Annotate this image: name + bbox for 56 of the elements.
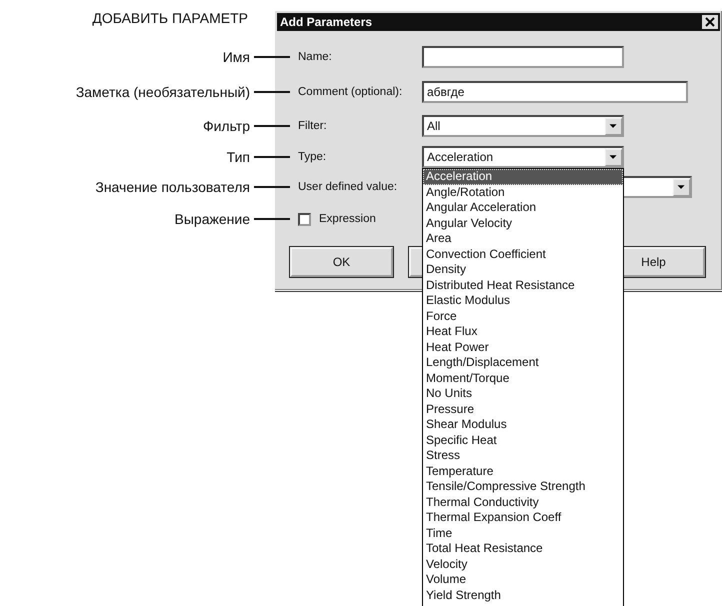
list-option[interactable]: Acceleration — [423, 169, 623, 184]
list-option[interactable]: Tensile/Compressive Strength — [423, 479, 623, 494]
close-icon[interactable] — [702, 15, 718, 29]
list-option[interactable]: Thermal Expansion Coeff — [423, 510, 623, 526]
list-option[interactable]: Stress — [423, 448, 623, 464]
window-title: Add Parameters — [280, 15, 372, 29]
dropdown-field[interactable]: Acceleration — [422, 146, 624, 168]
list-option[interactable]: Angular Velocity — [423, 216, 623, 231]
field-label: Type: — [298, 151, 328, 163]
annotation-label: Имя — [222, 49, 250, 65]
list-option[interactable]: No Units — [423, 386, 623, 402]
list-option[interactable]: Velocity — [423, 556, 623, 572]
leader-line — [254, 186, 290, 188]
list-option[interactable]: Force — [423, 308, 623, 324]
list-option[interactable]: Volume — [423, 572, 623, 588]
list-option[interactable]: Heat Power — [423, 340, 623, 355]
leader-line — [254, 156, 290, 158]
list-option[interactable]: Yield Strength — [423, 588, 623, 603]
list-option[interactable]: Length/Displacement — [423, 355, 623, 370]
list-option[interactable]: Pressure — [423, 402, 623, 417]
leader-line — [254, 56, 290, 58]
list-option[interactable]: Distributed Heat Resistance — [423, 278, 623, 293]
list-option[interactable]: Angular Acceleration — [423, 200, 623, 216]
annotation-label: Заметка (необязательный) — [74, 84, 250, 100]
list-option[interactable]: Shear Modulus — [423, 417, 623, 432]
caret-icon[interactable] — [605, 118, 622, 134]
annotation-label: Выражение — [174, 211, 250, 227]
dropdown-field[interactable]: All — [422, 115, 624, 137]
list-option[interactable]: Heat Flux — [423, 324, 623, 340]
checkbox-label: Expression — [319, 213, 376, 225]
checkbox[interactable] — [298, 212, 311, 226]
list-option[interactable]: Specific Heat — [423, 432, 623, 448]
list-option[interactable]: Elastic Modulus — [423, 293, 623, 308]
list-option[interactable]: Angle/Rotation — [423, 184, 623, 200]
input-field[interactable]: абвгде — [422, 81, 688, 103]
input-field[interactable] — [422, 46, 624, 68]
list-option[interactable]: Area — [423, 231, 623, 246]
annotation-label: Тип — [226, 149, 250, 165]
annotation-label: Значение пользователя — [94, 179, 250, 195]
field-label: User defined value: — [298, 181, 398, 193]
leader-line — [254, 218, 290, 220]
dialog-button[interactable]: OK — [290, 247, 393, 277]
field-label: Comment (optional): — [298, 86, 404, 98]
annotation-label: Фильтр — [202, 118, 250, 134]
caret-icon[interactable] — [673, 178, 690, 196]
list-option[interactable]: Temperature — [423, 464, 623, 479]
list-option[interactable]: Total Heat Resistance — [423, 541, 623, 556]
list-option[interactable]: Thermal Conductivity — [423, 494, 623, 510]
caret-icon[interactable] — [605, 148, 622, 166]
leader-line — [254, 91, 290, 93]
list-option[interactable]: Time — [423, 526, 623, 541]
annotation-title: ДОБАВИТЬ ПАРАМЕТР — [91, 10, 248, 26]
leader-line — [254, 125, 290, 127]
field-label: Name: — [298, 51, 333, 63]
field-label: Filter: — [298, 120, 328, 132]
list-option[interactable]: Moment/Torque — [423, 370, 623, 386]
